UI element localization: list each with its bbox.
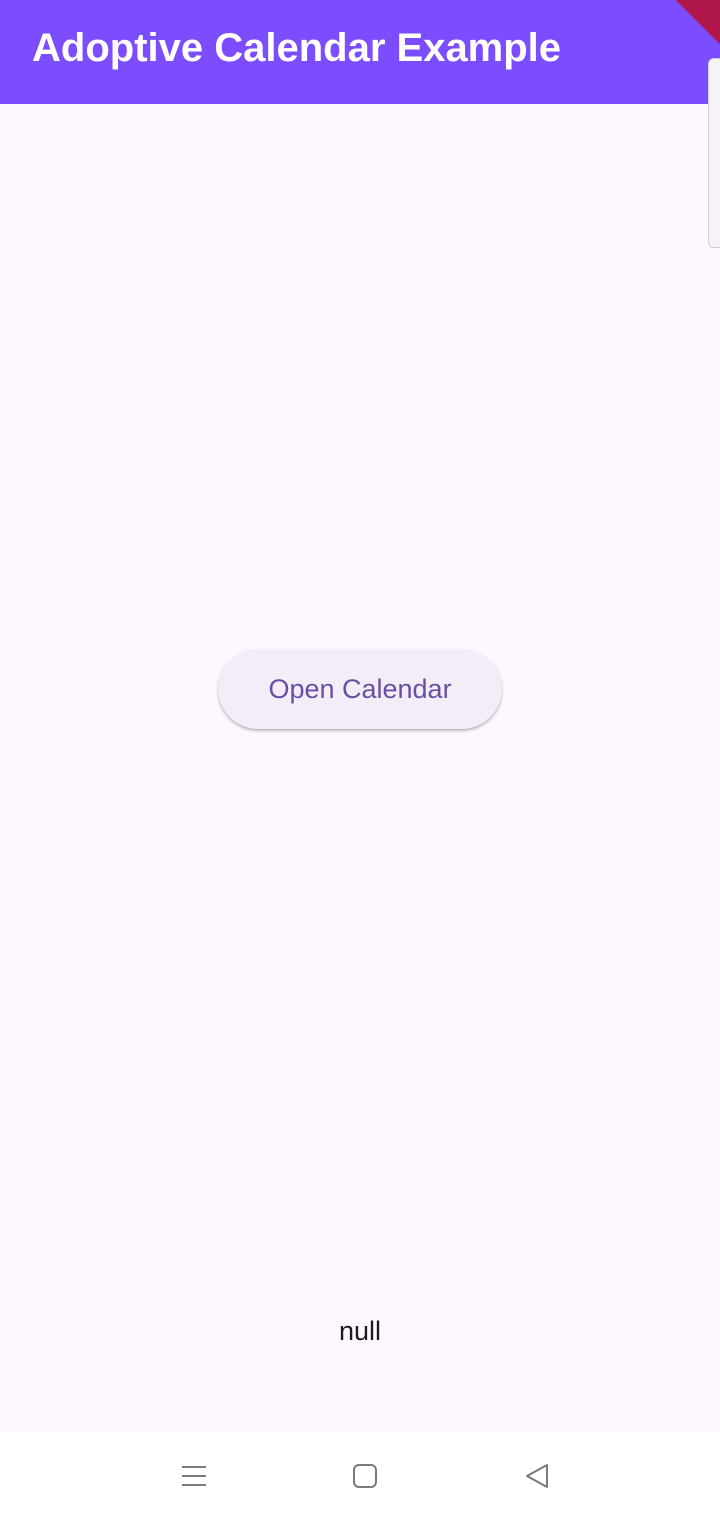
back-icon	[526, 1464, 548, 1488]
app-screen: Adoptive Calendar Example Open Calendar …	[0, 0, 720, 1521]
home-button[interactable]	[345, 1456, 385, 1496]
back-button[interactable]	[517, 1456, 557, 1496]
app-bar-title: Adoptive Calendar Example	[32, 26, 562, 70]
open-calendar-button[interactable]: Open Calendar	[218, 649, 502, 729]
app-bar: Adoptive Calendar Example	[0, 0, 720, 104]
debug-banner	[663, 0, 720, 45]
page-body: Open Calendar null	[0, 104, 720, 1432]
menu-icon	[182, 1466, 206, 1486]
recent-apps-button[interactable]	[174, 1456, 214, 1496]
system-nav-bar	[0, 1432, 720, 1521]
selected-date-text: null	[338, 1316, 382, 1346]
home-icon	[353, 1464, 377, 1488]
